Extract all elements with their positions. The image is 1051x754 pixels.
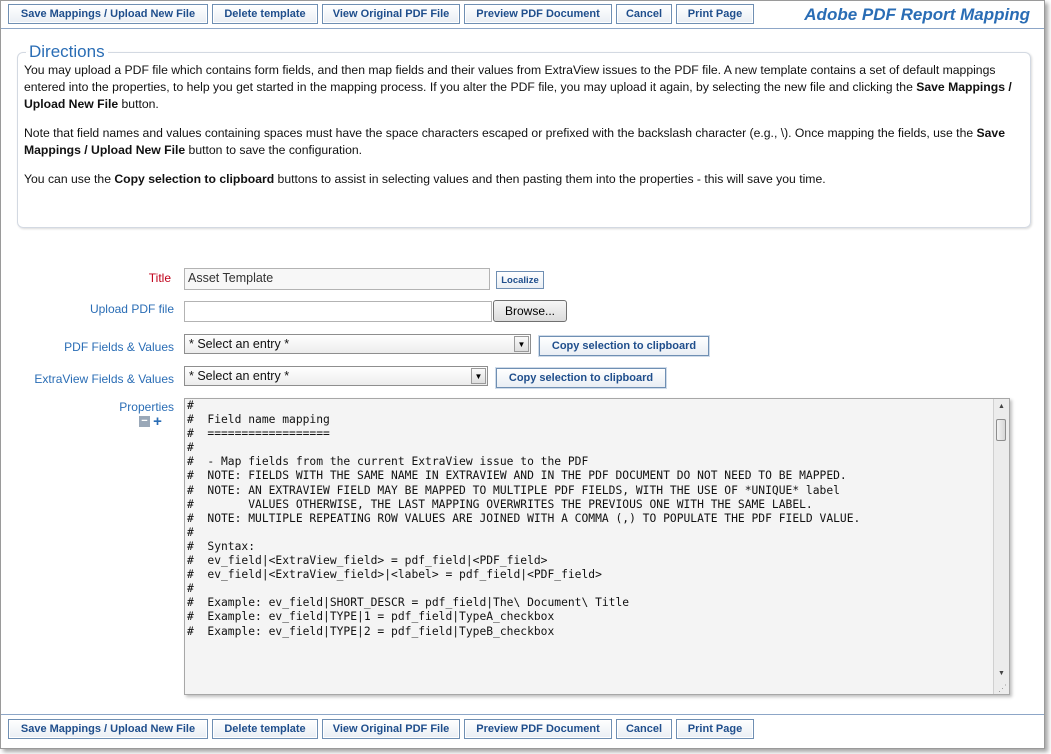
properties-scrollbar[interactable]: ▲ ▼: [993, 399, 1009, 694]
directions-paragraph-1: You may upload a PDF file which contains…: [24, 62, 1024, 113]
top-divider: [1, 28, 1044, 29]
title-label: Title: [148, 271, 171, 285]
directions-paragraph-3: You can use the Copy selection to clipbo…: [24, 171, 1024, 188]
cancel-button[interactable]: Cancel: [616, 4, 672, 24]
save-mappings-button[interactable]: Save Mappings / Upload New File: [8, 719, 208, 739]
text-segment: You can use the: [24, 172, 115, 186]
bottom-divider: [1, 714, 1044, 715]
pdf-fields-select-value: * Select an entry *: [189, 337, 290, 351]
pdf-fields-select[interactable]: * Select an entry * ▼: [184, 334, 531, 354]
title-input[interactable]: Asset Template: [184, 268, 490, 290]
directions-text: You may upload a PDF file which contains…: [24, 62, 1024, 188]
view-original-pdf-button[interactable]: View Original PDF File: [322, 719, 460, 739]
copy-extraview-selection-button[interactable]: Copy selection to clipboard: [496, 368, 666, 388]
text-segment: button to save the configuration.: [185, 143, 363, 157]
extraview-fields-select-value: * Select an entry *: [189, 369, 290, 383]
properties-text: # # Field name mapping # ===============…: [187, 399, 861, 638]
text-segment: You may upload a PDF file which contains…: [24, 63, 996, 94]
print-page-button[interactable]: Print Page: [676, 4, 754, 24]
localize-button[interactable]: Localize: [496, 271, 544, 289]
pdf-fields-label: PDF Fields & Values: [64, 340, 174, 354]
preview-pdf-button[interactable]: Preview PDF Document: [464, 4, 612, 24]
minus-icon[interactable]: −: [139, 416, 150, 427]
scroll-down-icon[interactable]: ▼: [994, 666, 1009, 680]
copy-pdf-selection-button[interactable]: Copy selection to clipboard: [539, 336, 709, 356]
resize-grip-icon[interactable]: ⋰: [998, 684, 1007, 693]
save-mappings-button[interactable]: Save Mappings / Upload New File: [8, 4, 208, 24]
upload-file-input[interactable]: [184, 301, 492, 322]
extraview-fields-label: ExtraView Fields & Values: [34, 372, 174, 386]
app-title: Adobe PDF Report Mapping: [804, 5, 1030, 24]
text-segment: button.: [118, 97, 159, 111]
directions-heading: Directions: [29, 42, 105, 61]
cancel-button[interactable]: Cancel: [616, 719, 672, 739]
extraview-fields-select[interactable]: * Select an entry * ▼: [184, 366, 488, 386]
properties-label: Properties: [119, 400, 174, 414]
top-toolbar: Save Mappings / Upload New File Delete t…: [8, 4, 754, 26]
text-segment: buttons to assist in selecting values an…: [274, 172, 826, 186]
chevron-down-icon[interactable]: ▼: [514, 336, 529, 352]
scroll-up-icon[interactable]: ▲: [994, 399, 1009, 413]
view-original-pdf-button[interactable]: View Original PDF File: [322, 4, 460, 24]
browse-button[interactable]: Browse...: [493, 300, 567, 322]
text-segment: Note that field names and values contain…: [24, 126, 977, 140]
upload-pdf-label: Upload PDF file: [89, 302, 174, 316]
delete-template-button[interactable]: Delete template: [212, 4, 318, 24]
scroll-thumb[interactable]: [996, 419, 1006, 441]
print-page-button[interactable]: Print Page: [676, 719, 754, 739]
delete-template-button[interactable]: Delete template: [212, 719, 318, 739]
directions-paragraph-2: Note that field names and values contain…: [24, 125, 1024, 159]
bottom-toolbar: Save Mappings / Upload New File Delete t…: [8, 719, 754, 741]
bold-segment: Copy selection to clipboard: [114, 172, 275, 186]
app-window: Save Mappings / Upload New File Delete t…: [0, 0, 1045, 749]
preview-pdf-button[interactable]: Preview PDF Document: [464, 719, 612, 739]
properties-textarea[interactable]: # # Field name mapping # ===============…: [184, 398, 1010, 695]
resize-controls: − +: [139, 414, 163, 429]
chevron-down-icon[interactable]: ▼: [471, 368, 486, 384]
directions-panel: Directions You may upload a PDF file whi…: [17, 42, 1031, 228]
plus-icon[interactable]: +: [152, 414, 163, 429]
